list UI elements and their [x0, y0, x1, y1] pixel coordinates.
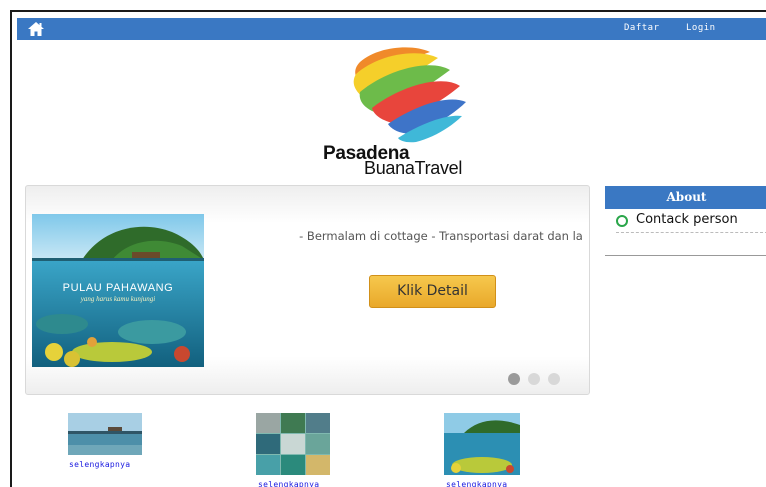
slider-dot-1[interactable]	[508, 373, 520, 385]
page-frame: Daftar Login Pasadena BuanaTravel PULAU …	[10, 10, 766, 487]
about-header: About	[605, 186, 766, 209]
image-slider: PULAU PAHAWANG yang harus kamu kunjungi …	[25, 185, 590, 395]
about-divider-dashed	[616, 232, 766, 233]
brand-logo	[353, 47, 466, 143]
slide-description: - Bermalam di cottage - Transportasi dar…	[299, 229, 583, 243]
thumbnail-3[interactable]	[444, 413, 520, 475]
slide-image[interactable]: PULAU PAHAWANG yang harus kamu kunjungi	[32, 214, 204, 367]
nav-link-login[interactable]: Login	[686, 23, 716, 33]
brand-name-line2: BuanaTravel	[364, 158, 463, 178]
selengkapnya-link-1[interactable]: selengkapnya	[69, 460, 130, 469]
slider-dot-2[interactable]	[528, 373, 540, 385]
selengkapnya-link-3[interactable]: selengkapnya	[446, 480, 507, 487]
selengkapnya-link-2[interactable]: selengkapnya	[258, 480, 319, 487]
thumbnail-1[interactable]	[68, 413, 142, 455]
slide-caption-subtitle: yang harus kamu kunjungi	[80, 295, 156, 303]
home-icon[interactable]	[27, 21, 45, 37]
nav-link-daftar[interactable]: Daftar	[624, 23, 660, 33]
about-item-label: Contack person	[636, 212, 738, 227]
circle-bullet-icon	[616, 215, 628, 227]
slide-caption-title: PULAU PAHAWANG	[62, 282, 174, 294]
klik-detail-button[interactable]: Klik Detail	[369, 275, 496, 308]
slider-dot-3[interactable]	[548, 373, 560, 385]
thumbnail-2[interactable]	[256, 413, 330, 475]
about-divider	[605, 255, 766, 256]
top-navbar: Daftar Login	[17, 18, 766, 40]
